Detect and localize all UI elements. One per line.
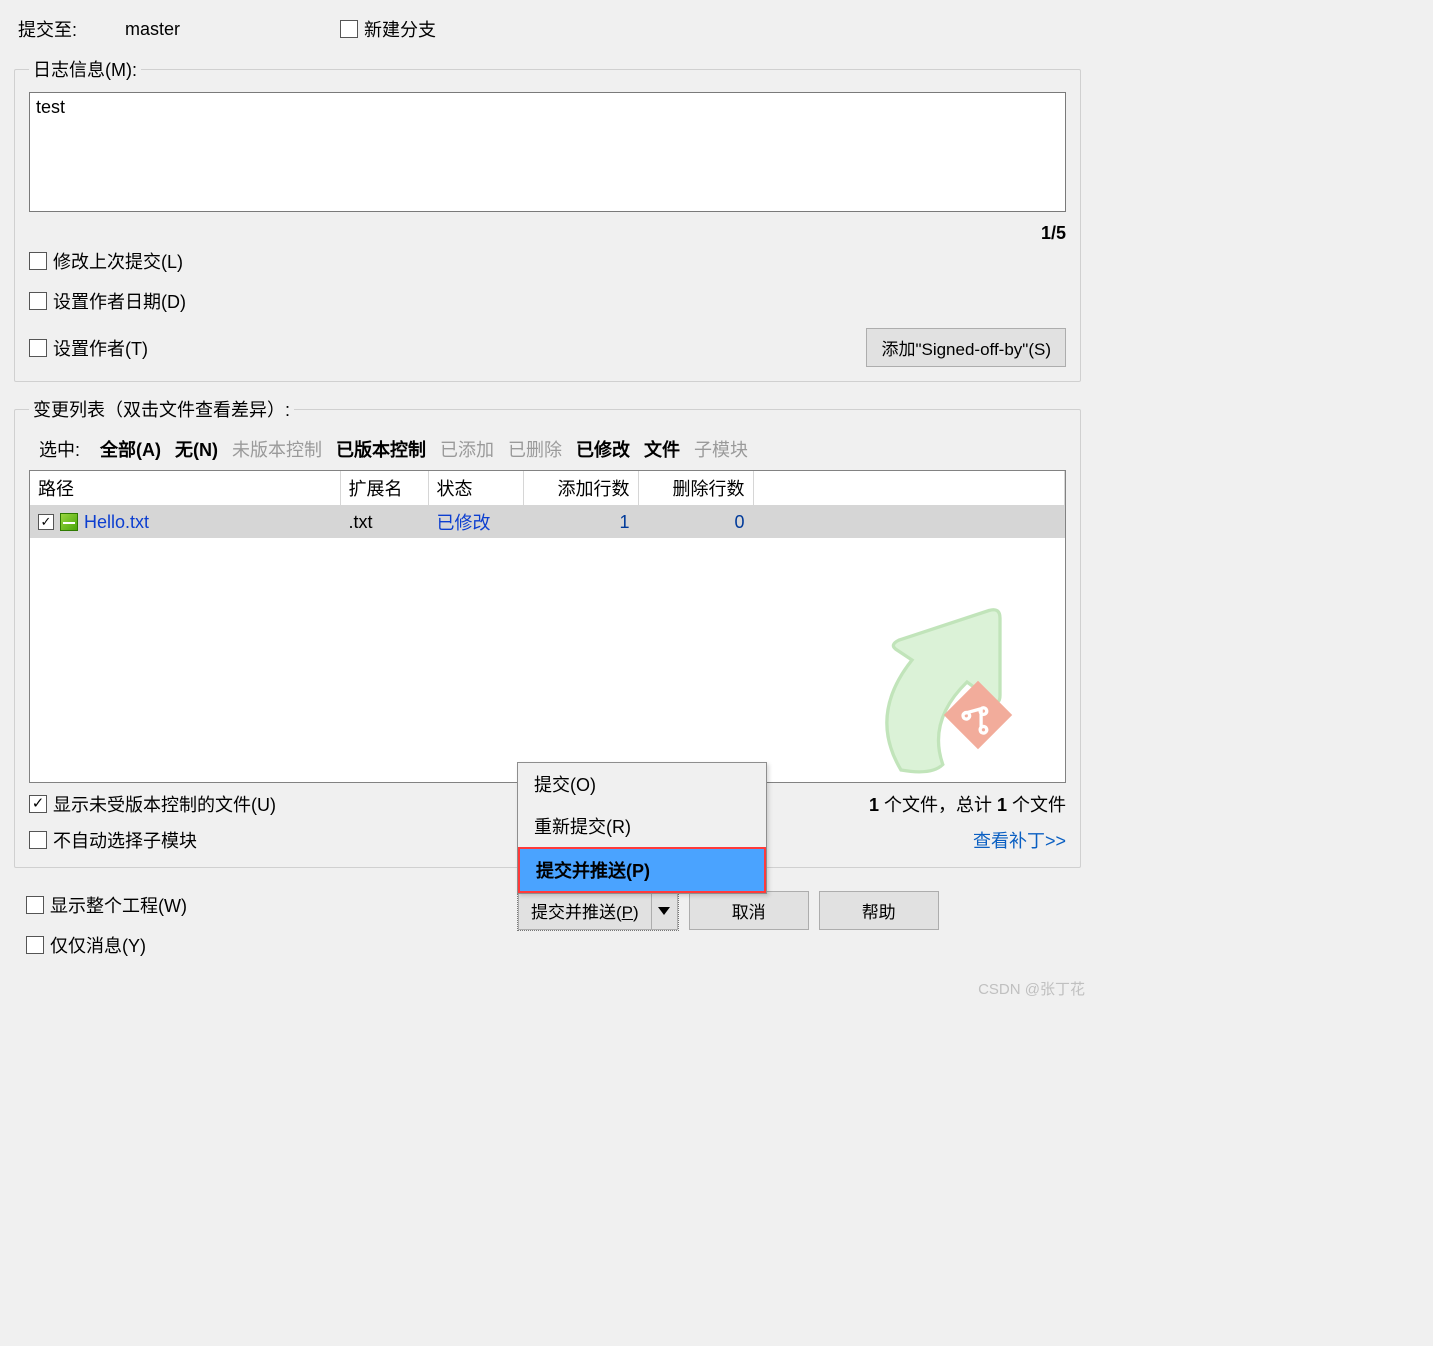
menu-commit[interactable]: 提交(O) [518, 763, 766, 805]
file-status: 已修改 [428, 506, 523, 539]
filter-unversioned[interactable]: 未版本控制 [232, 436, 322, 462]
table-row[interactable]: Hello.txt .txt 已修改 1 0 [30, 506, 1065, 539]
file-modified-icon [60, 513, 78, 531]
author-date-checkbox[interactable]: 设置作者日期(D) [29, 288, 1066, 314]
menu-commit-and-push[interactable]: 提交并推送(P) [518, 847, 766, 893]
filter-none[interactable]: 无(N) [175, 436, 218, 462]
help-button[interactable]: 帮助 [819, 891, 939, 930]
filter-versioned[interactable]: 已版本控制 [336, 436, 426, 462]
line-counter: 1/5 [1041, 223, 1066, 244]
commit-dropdown-menu: 提交(O) 重新提交(R) 提交并推送(P) [517, 762, 767, 894]
show-whole-project-label: 显示整个工程(W) [50, 892, 187, 918]
view-patch-link[interactable]: 查看补丁>> [869, 827, 1066, 853]
selection-summary: 1 个文件，总计 1 个文件 [869, 791, 1066, 817]
col-status[interactable]: 状态 [428, 471, 523, 506]
filter-all[interactable]: 全部(A) [100, 436, 161, 462]
commit-arrow-icon [835, 572, 1055, 783]
message-only-checkbox[interactable]: 仅仅消息(Y) [26, 932, 499, 958]
cancel-button[interactable]: 取消 [689, 891, 809, 930]
new-branch-checkbox[interactable]: 新建分支 [340, 16, 436, 42]
set-author-checkbox[interactable]: 设置作者(T) [29, 335, 148, 361]
add-signed-off-button[interactable]: 添加"Signed-off-by"(S) [866, 328, 1066, 367]
filter-row: 选中: 全部(A) 无(N) 未版本控制 已版本控制 已添加 已删除 已修改 文… [29, 432, 1066, 470]
menu-recommit[interactable]: 重新提交(R) [518, 805, 766, 847]
filter-added[interactable]: 已添加 [440, 436, 494, 462]
col-deleted[interactable]: 删除行数 [638, 471, 753, 506]
file-ext: .txt [340, 506, 428, 539]
commit-dropdown-toggle[interactable] [652, 891, 678, 930]
col-ext[interactable]: 扩展名 [340, 471, 428, 506]
filter-deleted[interactable]: 已删除 [508, 436, 562, 462]
chevron-down-icon [658, 907, 670, 915]
log-legend: 日志信息(M): [29, 56, 141, 82]
changes-table[interactable]: 路径 扩展名 状态 添加行数 删除行数 Hello.txt [29, 470, 1066, 783]
no-auto-submodule-label: 不自动选择子模块 [53, 827, 197, 853]
commit-message-input[interactable] [29, 92, 1066, 212]
amend-label: 修改上次提交(L) [53, 248, 183, 274]
file-deleted-lines: 0 [638, 506, 753, 539]
amend-checkbox[interactable]: 修改上次提交(L) [29, 248, 1066, 274]
commit-to-label: 提交至: [18, 16, 77, 42]
log-message-group: 日志信息(M): 1/5 修改上次提交(L) 设置作者日期(D) 设置作者(T)… [14, 56, 1081, 382]
checkbox-icon [29, 252, 47, 270]
author-date-label: 设置作者日期(D) [53, 288, 186, 314]
checkbox-icon [26, 896, 44, 914]
set-author-label: 设置作者(T) [53, 335, 148, 361]
filter-files[interactable]: 文件 [644, 436, 680, 462]
file-added-lines: 1 [523, 506, 638, 539]
branch-name: master [125, 19, 180, 40]
checkbox-icon [26, 936, 44, 954]
row-checkbox[interactable] [38, 514, 54, 530]
checkbox-icon [29, 339, 47, 357]
changes-legend: 变更列表（双击文件查看差异）: [29, 396, 294, 422]
filter-modified[interactable]: 已修改 [576, 436, 630, 462]
file-name: Hello.txt [84, 512, 149, 533]
filter-submodules[interactable]: 子模块 [694, 436, 748, 462]
commit-split-button[interactable]: 提交并推送(P) [517, 890, 679, 931]
col-spacer [753, 471, 1065, 506]
checkbox-icon [29, 292, 47, 310]
commit-push-button[interactable]: 提交并推送(P) [518, 891, 652, 930]
checkbox-icon [29, 795, 47, 813]
message-only-label: 仅仅消息(Y) [50, 932, 146, 958]
checkbox-icon [340, 20, 358, 38]
watermark: CSDN @张丁花 [0, 974, 1095, 1007]
checkbox-icon [29, 831, 47, 849]
show-unversioned-label: 显示未受版本控制的文件(U) [53, 791, 276, 817]
col-added[interactable]: 添加行数 [523, 471, 638, 506]
select-label: 选中: [39, 436, 80, 462]
new-branch-label: 新建分支 [364, 16, 436, 42]
show-whole-project-checkbox[interactable]: 显示整个工程(W) [26, 892, 499, 918]
col-path[interactable]: 路径 [30, 471, 340, 506]
